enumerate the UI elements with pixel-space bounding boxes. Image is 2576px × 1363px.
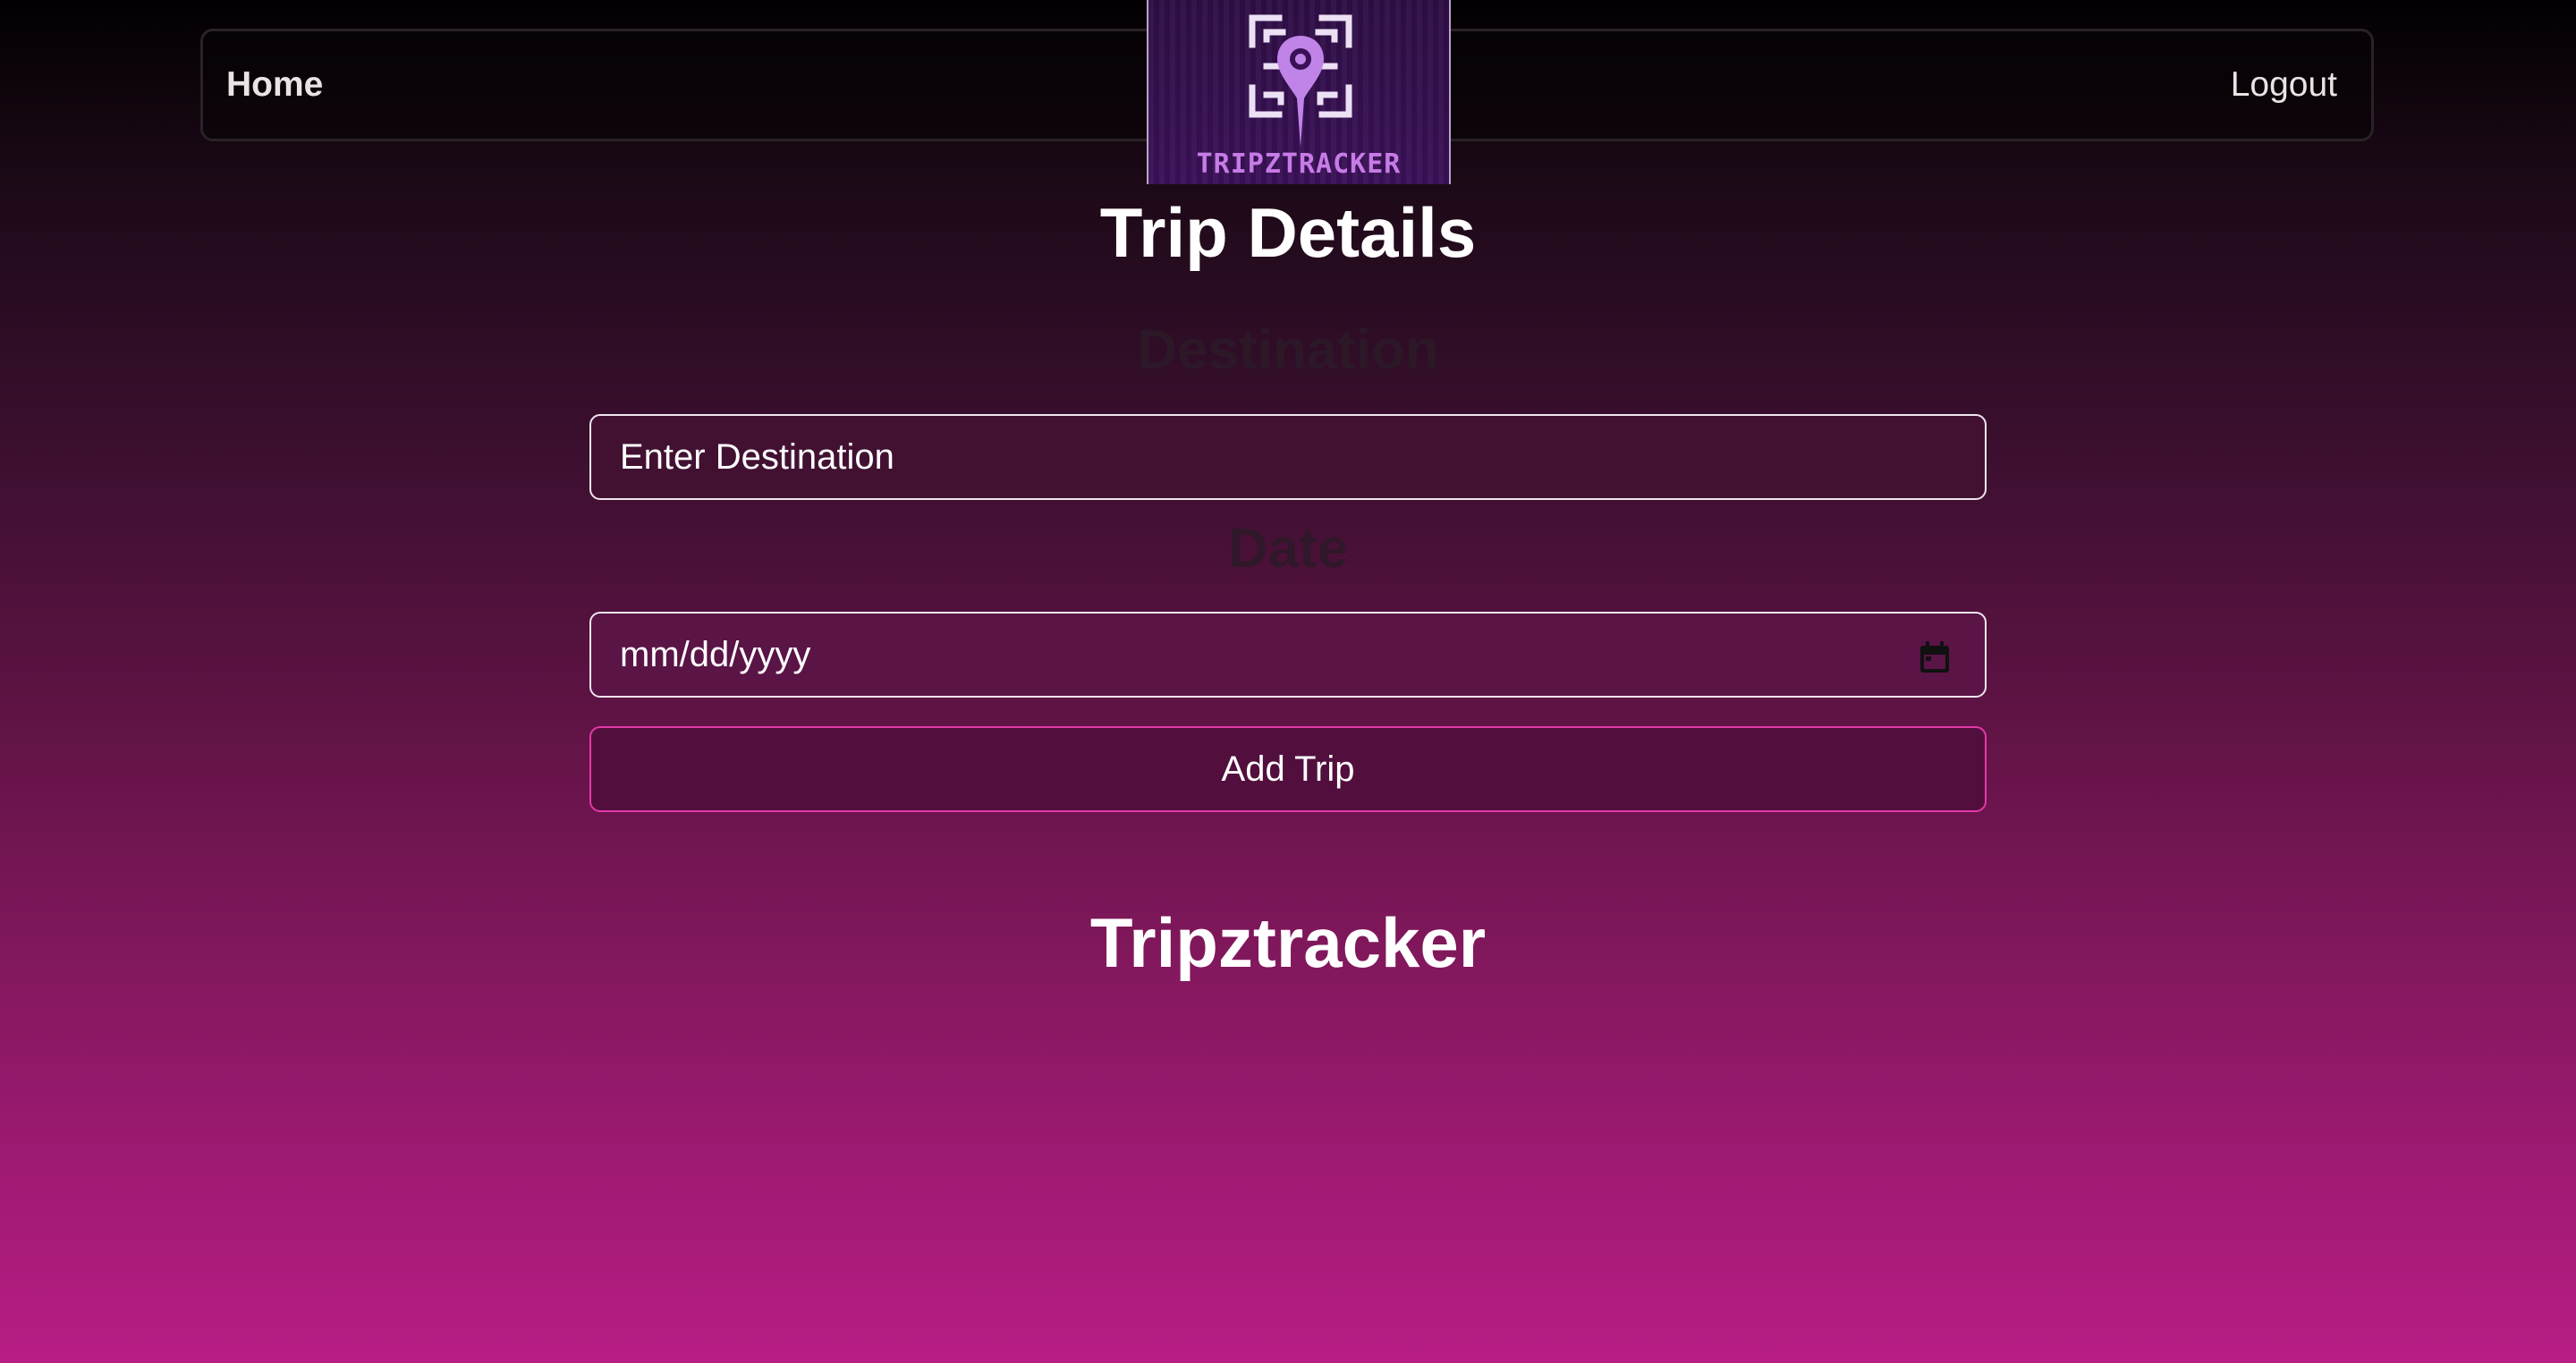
date-placeholder: mm/dd/yyyy bbox=[620, 635, 811, 674]
destination-input[interactable]: Enter Destination bbox=[589, 414, 1987, 500]
date-input[interactable]: mm/dd/yyyy bbox=[589, 612, 1987, 698]
footer-title: Tripztracker bbox=[1089, 903, 1487, 982]
add-trip-button[interactable]: Add Trip bbox=[589, 726, 1987, 812]
page-title: Trip Details bbox=[1099, 193, 1477, 272]
destination-label: Destination bbox=[1137, 319, 1439, 381]
calendar-icon[interactable] bbox=[1919, 640, 1951, 674]
map-pin-circuit-icon bbox=[1249, 14, 1352, 147]
nav-logout-link[interactable]: Logout bbox=[2231, 31, 2337, 139]
destination-placeholder: Enter Destination bbox=[620, 437, 894, 477]
logo[interactable]: TRIPZTRACKER bbox=[1147, 0, 1451, 184]
logo-wordmark: TRIPZTRACKER bbox=[1196, 148, 1402, 180]
date-label: Date bbox=[1227, 518, 1349, 580]
nav-home-link[interactable]: Home bbox=[226, 31, 323, 139]
